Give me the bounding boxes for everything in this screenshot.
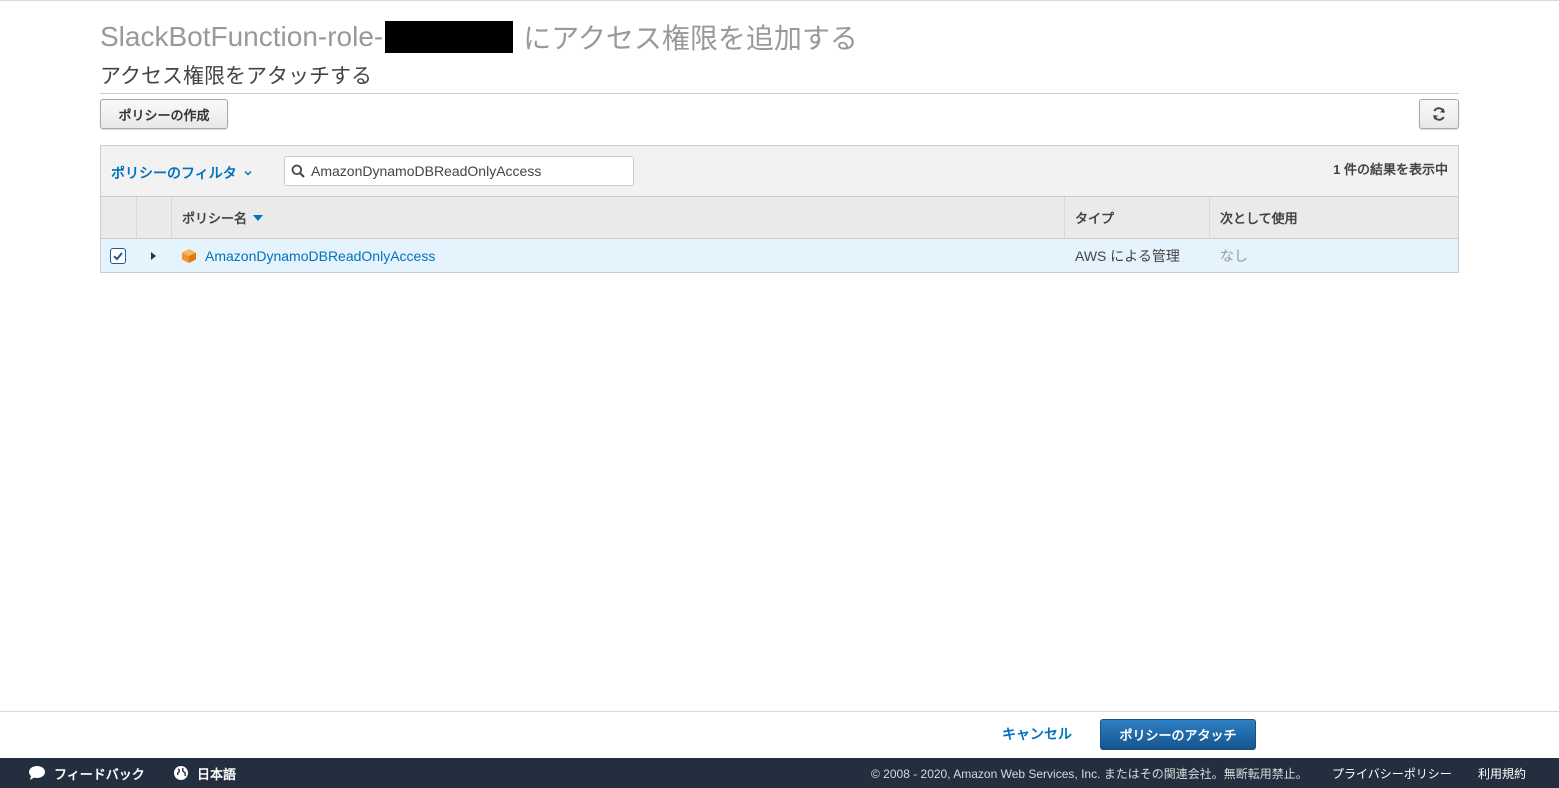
refresh-button[interactable]	[1419, 99, 1459, 129]
row-select-cell	[110, 239, 126, 272]
search-icon	[291, 164, 305, 178]
policy-filter-dropdown[interactable]: ポリシーのフィルタ	[111, 163, 253, 183]
policy-name-header-label: ポリシー名	[182, 211, 248, 226]
policy-search-box[interactable]	[284, 156, 634, 186]
header-select-column	[101, 197, 136, 238]
caret-right-icon	[151, 251, 156, 260]
header-expand-column	[136, 197, 171, 238]
title-role-name: SlackBotFunction-role-	[100, 21, 384, 52]
feedback-label: フィードバック	[54, 766, 145, 782]
attach-policy-button[interactable]: ポリシーのアタッチ	[1100, 719, 1256, 750]
privacy-policy-link[interactable]: プライバシーポリシー	[1332, 758, 1452, 788]
footer-divider	[0, 711, 1559, 712]
column-header-type[interactable]: タイプ	[1064, 197, 1209, 238]
policy-filter-label: ポリシーのフィルタ	[111, 165, 237, 181]
column-header-policy-name[interactable]: ポリシー名	[171, 197, 1064, 238]
language-label: 日本語	[197, 766, 237, 782]
table-row[interactable]: AmazonDynamoDBReadOnlyAccess AWS による管理 な…	[101, 239, 1458, 272]
policy-name-cell: AmazonDynamoDBReadOnlyAccess	[181, 239, 435, 272]
policy-table-panel: ポリシーのフィルタ 1 件の結果を表示中 ポリシー名 タイプ 次として使用	[100, 145, 1459, 273]
cancel-link[interactable]: キャンセル	[1002, 724, 1072, 744]
title-suffix: にアクセス権限を追加する	[523, 23, 858, 54]
copyright-text: © 2008 - 2020, Amazon Web Services, Inc.…	[871, 766, 1308, 781]
page-subtitle: アクセス権限をアタッチする	[100, 65, 372, 88]
globe-icon	[174, 766, 188, 780]
result-count: 1 件の結果を表示中	[1333, 162, 1448, 177]
sort-down-icon	[253, 214, 264, 221]
policy-name-link[interactable]: AmazonDynamoDBReadOnlyAccess	[205, 248, 435, 264]
filter-bar: ポリシーのフィルタ 1 件の結果を表示中	[101, 146, 1458, 197]
column-header-used-as[interactable]: 次として使用	[1209, 197, 1458, 238]
console-footer-bar: フィードバック 日本語 © 2008 - 2020, Amazon Web Se…	[0, 758, 1559, 788]
row-expand-toggle[interactable]	[149, 239, 157, 272]
row-checkbox[interactable]	[110, 247, 126, 264]
page-title: SlackBotFunction-role- にアクセス権限を追加する	[100, 18, 858, 56]
terms-of-use-link[interactable]: 利用規約	[1478, 758, 1526, 788]
table-header: ポリシー名 タイプ 次として使用	[101, 197, 1458, 239]
redacted-block	[385, 21, 514, 53]
policy-used-as-cell: なし	[1220, 247, 1248, 264]
feedback-link[interactable]: フィードバック	[28, 758, 145, 788]
policy-type-cell: AWS による管理	[1075, 247, 1180, 264]
language-selector[interactable]: 日本語	[173, 758, 236, 788]
check-icon	[113, 251, 123, 260]
speech-bubble-icon	[29, 766, 45, 780]
create-policy-button[interactable]: ポリシーの作成	[100, 99, 228, 129]
header-divider	[100, 93, 1459, 94]
policy-search-input[interactable]	[311, 163, 621, 179]
refresh-icon	[1433, 107, 1445, 121]
chevron-down-icon	[244, 170, 252, 176]
top-divider	[0, 0, 1559, 1]
managed-policy-cube-icon	[182, 248, 196, 263]
